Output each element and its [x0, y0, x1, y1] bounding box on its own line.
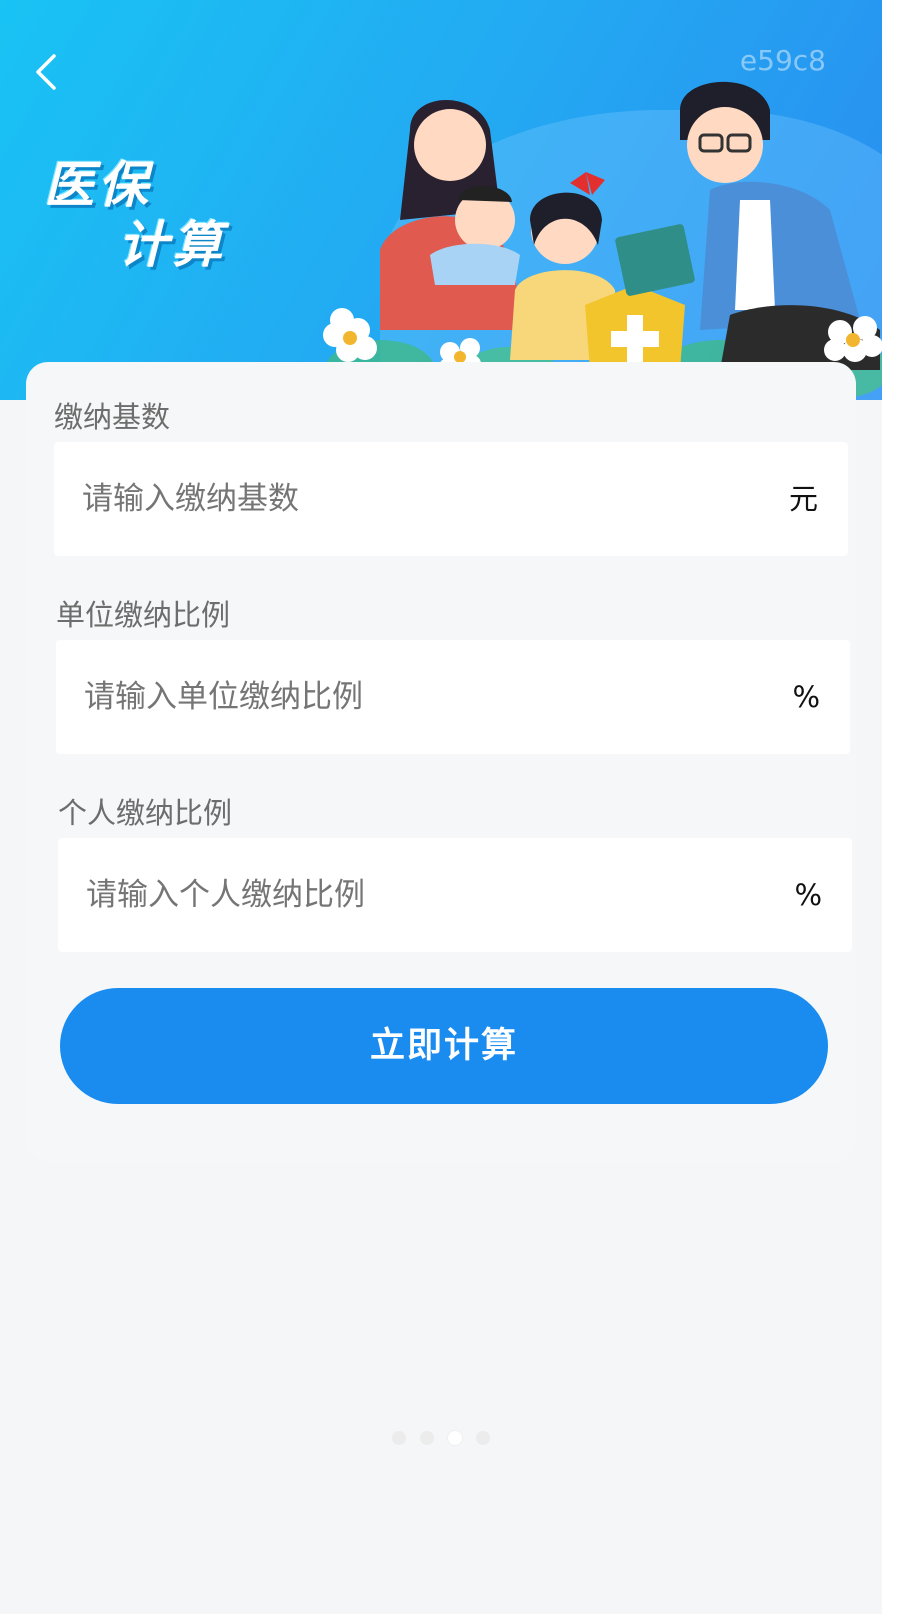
base-input[interactable]: [82, 442, 682, 556]
personal-ratio-field[interactable]: %: [58, 838, 852, 952]
family-illustration: [323, 81, 882, 400]
calculate-button[interactable]: 立即计算: [60, 988, 828, 1104]
page-dot[interactable]: [476, 1431, 490, 1445]
screen: e59c8 医保 计算 缴纳基数 请输入缴纳基数 元 单位缴纳比例 请输入单位缴…: [0, 0, 882, 1614]
page-dot[interactable]: [420, 1431, 434, 1445]
personal-ratio-label: 个人缴纳比例: [58, 796, 233, 830]
personal-ratio-unit: %: [794, 878, 822, 912]
page-dot[interactable]: [392, 1431, 406, 1445]
company-ratio-input[interactable]: [84, 640, 684, 754]
base-unit: 元: [788, 482, 818, 516]
chevron-left-icon[interactable]: [28, 52, 68, 92]
base-field[interactable]: 元: [54, 442, 848, 556]
base-label: 缴纳基数: [54, 400, 171, 434]
right-edge-strip: [882, 0, 908, 1614]
company-ratio-label: 单位缴纳比例: [56, 598, 231, 632]
header-banner: e59c8 医保 计算: [0, 0, 882, 400]
page-indicator: [392, 1430, 490, 1446]
page-dot-active[interactable]: [448, 1431, 462, 1445]
company-ratio-unit: %: [792, 680, 820, 714]
personal-ratio-input[interactable]: [86, 838, 686, 952]
banner-title-line2: 计算: [118, 216, 226, 274]
company-ratio-field[interactable]: %: [56, 640, 850, 754]
